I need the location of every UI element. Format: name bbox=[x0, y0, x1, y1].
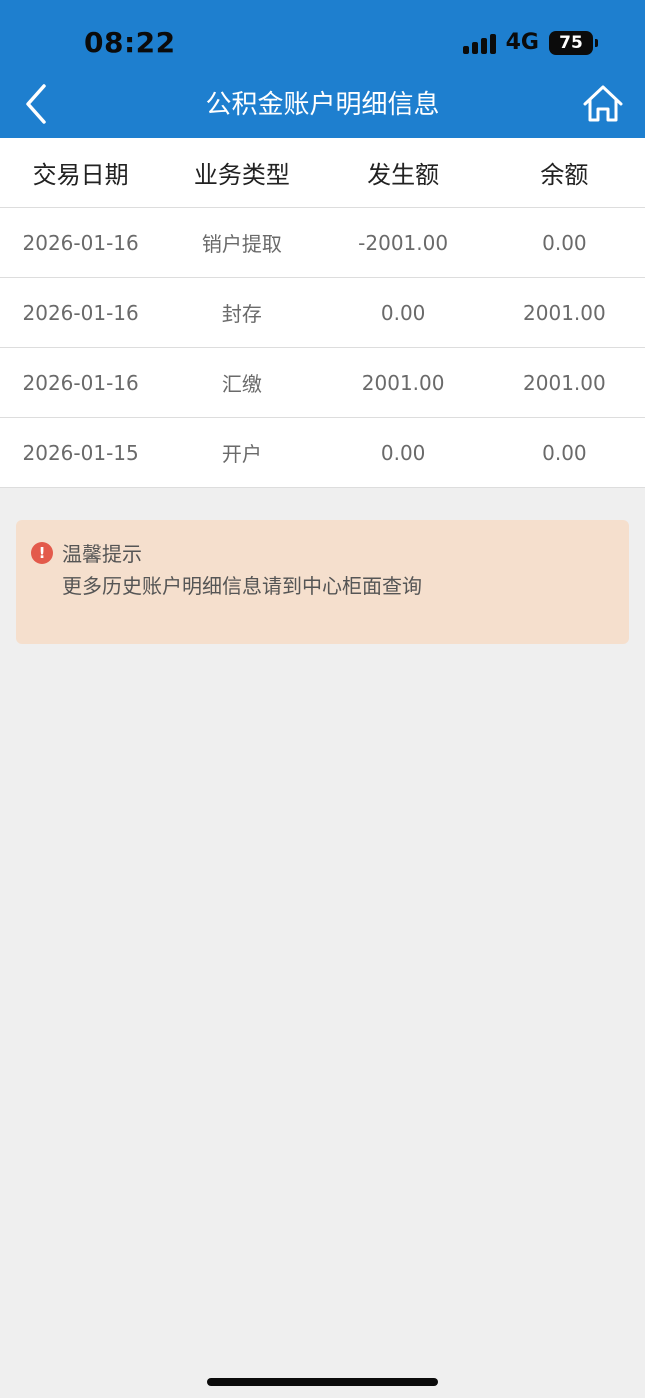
page-title: 公积金账户明细信息 bbox=[205, 90, 440, 120]
row-amount: 0.00 bbox=[380, 300, 426, 325]
row-date: 2026-01-16 bbox=[22, 300, 139, 325]
row-date: 2026-01-16 bbox=[22, 370, 139, 395]
network-label: 4G bbox=[505, 30, 539, 55]
row-type: 开户 bbox=[221, 442, 262, 466]
app-header: 08:22 4G 75 公积金账户明细信息 bbox=[0, 0, 645, 138]
row-type: 封存 bbox=[221, 302, 262, 326]
header-amount: 发生额 bbox=[367, 161, 440, 189]
header-balance: 余额 bbox=[540, 161, 589, 189]
notice-title: 温馨提示 bbox=[62, 542, 142, 566]
home-indicator[interactable] bbox=[207, 1378, 438, 1386]
table-row: 2026-01-16 汇缴 2001.00 2001.00 bbox=[0, 348, 645, 418]
tip-notice: ! 温馨提示 更多历史账户明细信息请到中心柜面查询 bbox=[16, 520, 629, 644]
status-indicators: 4G 75 bbox=[462, 30, 598, 55]
battery-icon: 75 bbox=[549, 30, 598, 55]
row-amount: -2001.00 bbox=[358, 230, 449, 255]
row-type: 汇缴 bbox=[221, 372, 262, 396]
row-date: 2026-01-15 bbox=[22, 440, 139, 465]
row-balance: 0.00 bbox=[542, 230, 587, 255]
home-button[interactable] bbox=[581, 82, 625, 126]
table-header: 交易日期 业务类型 发生额 余额 bbox=[0, 138, 645, 208]
row-balance: 0.00 bbox=[542, 440, 587, 465]
table-row: 2026-01-16 销户提取 -2001.00 0.00 bbox=[0, 208, 645, 278]
signal-icon bbox=[462, 32, 496, 54]
home-icon bbox=[583, 85, 623, 122]
row-balance: 2001.00 bbox=[523, 370, 606, 395]
table-row: 2026-01-16 封存 0.00 2001.00 bbox=[0, 278, 645, 348]
row-amount: 0.00 bbox=[380, 440, 426, 465]
battery-level: 75 bbox=[559, 32, 583, 53]
transaction-table: 交易日期 业务类型 发生额 余额 2026-01-16 销户提取 -2001.0… bbox=[0, 138, 645, 488]
status-time: 08:22 bbox=[84, 26, 176, 59]
header-type: 业务类型 bbox=[193, 161, 290, 189]
alert-icon: ! bbox=[31, 542, 53, 564]
row-date: 2026-01-16 bbox=[22, 230, 139, 255]
notice-body: 更多历史账户明细信息请到中心柜面查询 bbox=[62, 574, 422, 598]
row-balance: 2001.00 bbox=[523, 300, 606, 325]
header-date: 交易日期 bbox=[32, 161, 129, 189]
table-row: 2026-01-15 开户 0.00 0.00 bbox=[0, 418, 645, 488]
row-type: 销户提取 bbox=[201, 232, 282, 256]
row-amount: 2001.00 bbox=[361, 370, 445, 395]
